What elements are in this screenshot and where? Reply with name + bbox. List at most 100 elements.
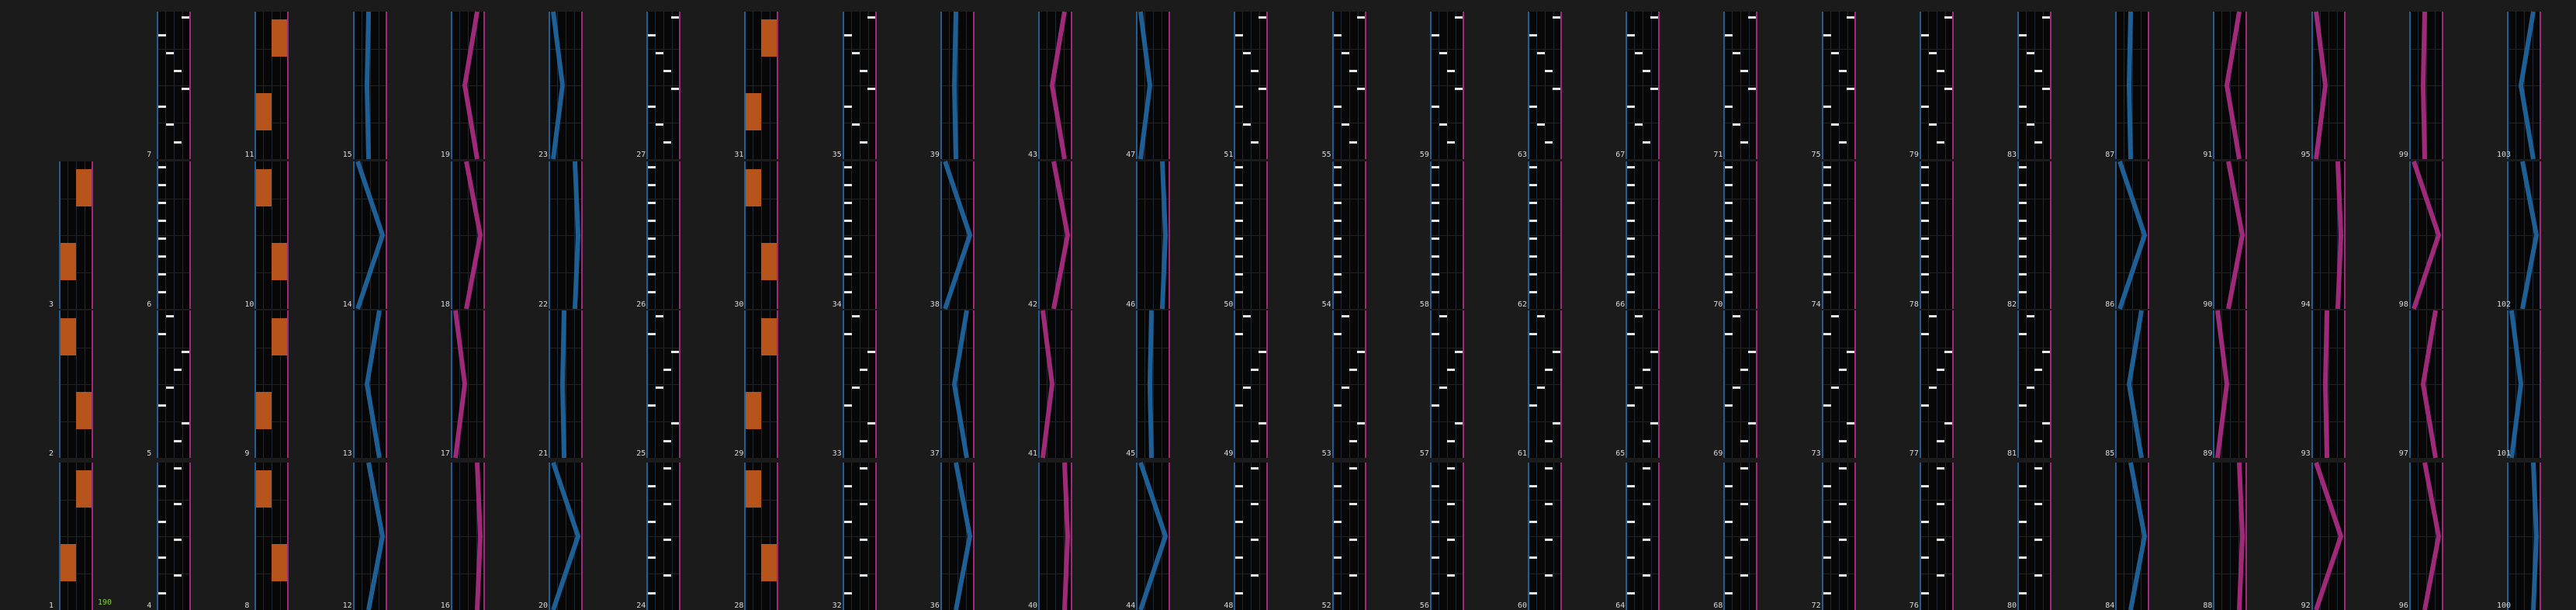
chart-overview-canvas[interactable]: 1 2 3 4 5 6 7 8 9 10 11 12 13 14 15 16 17 18 19 20 21 22 23 24 2… xyxy=(0,0,2576,610)
tap-note[interactable] xyxy=(859,70,867,72)
tap-note[interactable] xyxy=(1235,521,1244,523)
tap-note[interactable] xyxy=(1725,273,1733,276)
tap-note[interactable] xyxy=(1529,556,1537,559)
measure-37[interactable] xyxy=(940,310,975,459)
arc-note[interactable] xyxy=(940,161,975,310)
tap-note[interactable] xyxy=(648,166,656,168)
hold-note[interactable] xyxy=(76,169,92,206)
measure-46[interactable] xyxy=(1136,161,1171,310)
tap-note[interactable] xyxy=(2042,88,2050,90)
tap-note[interactable] xyxy=(1431,220,1439,222)
tap-note[interactable] xyxy=(1349,70,1357,72)
tap-note[interactable] xyxy=(1627,556,1636,559)
tap-note[interactable] xyxy=(2019,273,2027,276)
measure-77[interactable] xyxy=(1919,310,1954,458)
tap-note[interactable] xyxy=(1545,440,1553,442)
tap-note[interactable] xyxy=(1725,34,1733,36)
tap-note[interactable] xyxy=(1936,574,1944,577)
measure-75[interactable] xyxy=(1821,12,1856,159)
tap-note[interactable] xyxy=(859,467,867,470)
measure-38[interactable] xyxy=(940,161,975,310)
tap-note[interactable] xyxy=(1936,141,1944,144)
tap-note[interactable] xyxy=(1650,16,1659,19)
tap-note[interactable] xyxy=(1333,166,1342,168)
tap-note[interactable] xyxy=(671,422,680,425)
tap-note[interactable] xyxy=(1830,52,1839,54)
tap-note[interactable] xyxy=(2019,220,2027,222)
tap-note[interactable] xyxy=(1830,386,1839,389)
arc-note[interactable] xyxy=(1136,462,1170,610)
tap-note[interactable] xyxy=(1740,70,1749,72)
tap-note[interactable] xyxy=(1439,123,1447,126)
tap-note[interactable] xyxy=(648,255,656,258)
tap-note[interactable] xyxy=(1545,574,1553,577)
tap-note[interactable] xyxy=(1235,485,1244,487)
tap-note[interactable] xyxy=(1725,291,1733,293)
tap-note[interactable] xyxy=(1537,52,1545,54)
tap-note[interactable] xyxy=(648,592,656,594)
arc-note[interactable] xyxy=(1038,462,1072,610)
tap-note[interactable] xyxy=(648,333,656,335)
tap-note[interactable] xyxy=(1627,592,1636,594)
tap-note[interactable] xyxy=(1439,386,1447,389)
measure-41[interactable] xyxy=(1038,310,1072,459)
measure-74[interactable] xyxy=(1821,161,1856,309)
measure-5[interactable] xyxy=(157,310,192,458)
arc-note[interactable] xyxy=(2507,310,2541,459)
tap-note[interactable] xyxy=(1733,386,1741,389)
measure-14[interactable] xyxy=(352,161,387,310)
tap-note[interactable] xyxy=(1920,184,1929,186)
measure-48[interactable] xyxy=(1234,463,1269,610)
tap-note[interactable] xyxy=(2034,574,2042,577)
tap-note[interactable] xyxy=(1643,369,1651,371)
measure-35[interactable] xyxy=(842,12,877,159)
measure-52[interactable] xyxy=(1331,463,1366,610)
tap-note[interactable] xyxy=(867,16,875,19)
measure-71[interactable] xyxy=(1723,12,1758,159)
measure-60[interactable] xyxy=(1528,463,1562,610)
tap-note[interactable] xyxy=(1529,106,1537,108)
tap-note[interactable] xyxy=(663,539,672,541)
measure-25[interactable] xyxy=(646,310,681,458)
arc-note[interactable] xyxy=(353,462,387,610)
tap-note[interactable] xyxy=(1725,556,1733,559)
tap-note[interactable] xyxy=(1650,351,1659,353)
tap-note[interactable] xyxy=(663,467,672,470)
tap-note[interactable] xyxy=(166,386,175,389)
tap-note[interactable] xyxy=(174,141,182,144)
measure-53[interactable] xyxy=(1331,310,1366,458)
tap-note[interactable] xyxy=(158,237,167,240)
tap-note[interactable] xyxy=(1356,422,1365,425)
tap-note[interactable] xyxy=(166,52,175,54)
tap-note[interactable] xyxy=(859,539,867,541)
tap-note[interactable] xyxy=(182,88,190,90)
measure-83[interactable] xyxy=(2017,12,2051,159)
tap-note[interactable] xyxy=(2034,503,2042,505)
tap-note[interactable] xyxy=(1259,351,1267,353)
tap-note[interactable] xyxy=(648,521,656,523)
tap-note[interactable] xyxy=(1243,315,1252,317)
tap-note[interactable] xyxy=(158,184,167,186)
arc-note[interactable] xyxy=(2311,161,2346,310)
tap-note[interactable] xyxy=(158,34,167,36)
tap-note[interactable] xyxy=(648,202,656,204)
arc-note[interactable] xyxy=(2213,310,2247,459)
tap-note[interactable] xyxy=(1431,556,1439,559)
tap-note[interactable] xyxy=(158,255,167,258)
tap-note[interactable] xyxy=(2034,369,2042,371)
measure-92[interactable] xyxy=(2311,462,2346,610)
tap-note[interactable] xyxy=(182,16,190,19)
arc-note[interactable] xyxy=(2311,462,2346,610)
hold-note[interactable] xyxy=(746,392,762,429)
tap-note[interactable] xyxy=(2019,106,2027,108)
tap-note[interactable] xyxy=(1920,273,1929,276)
measure-49[interactable] xyxy=(1234,310,1269,458)
tap-note[interactable] xyxy=(1341,315,1349,317)
hold-note[interactable] xyxy=(256,392,272,429)
tap-note[interactable] xyxy=(1349,574,1357,577)
tap-note[interactable] xyxy=(1537,386,1545,389)
tap-note[interactable] xyxy=(1333,485,1342,487)
tap-note[interactable] xyxy=(1333,291,1342,293)
tap-note[interactable] xyxy=(656,52,664,54)
tap-note[interactable] xyxy=(2019,291,2027,293)
